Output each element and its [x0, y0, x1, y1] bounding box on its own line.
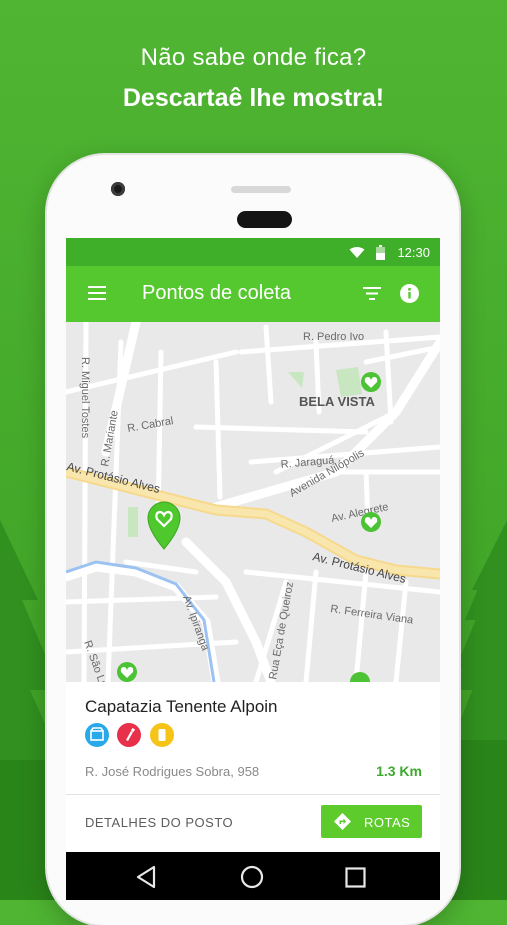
- collection-point-marker[interactable]: [361, 372, 381, 392]
- place-details-card: Capatazia Tenente Alpoin R. José Rodrigu…: [66, 682, 440, 852]
- home-icon[interactable]: [240, 865, 264, 889]
- headline-tagline: Descartaê lhe mostra!: [122, 84, 385, 112]
- place-name: Capatazia Tenente Alpoin: [85, 697, 278, 716]
- divider: [66, 794, 440, 795]
- collection-point-marker[interactable]: [117, 662, 137, 682]
- headline-question: Não sabe onde fica?: [140, 44, 367, 71]
- menu-icon[interactable]: [88, 286, 106, 300]
- back-icon[interactable]: [135, 865, 157, 889]
- collection-point-marker[interactable]: [361, 512, 381, 532]
- map-label-pedro-ivo: R. Pedro Ivo: [303, 331, 364, 343]
- page-title: Pontos de coleta: [142, 282, 291, 304]
- directions-icon: [334, 813, 351, 830]
- battery-icon: [376, 245, 385, 260]
- routes-label: ROTAS: [364, 815, 411, 830]
- phone-screen: 12:30 Pontos de coleta R. Pedro Ivo BELA…: [66, 238, 440, 900]
- info-icon[interactable]: [400, 284, 419, 303]
- details-button[interactable]: DETALHES DO POSTO: [85, 815, 233, 830]
- map-view[interactable]: R. Pedro Ivo BELA VISTA R. Miguel Tostes…: [66, 317, 440, 698]
- status-time: 12:30: [397, 245, 430, 260]
- place-distance: 1.3 Km: [376, 763, 422, 779]
- box-icon: [85, 723, 109, 747]
- map-canvas: R. Pedro Ivo BELA VISTA R. Miguel Tostes…: [66, 317, 440, 698]
- recents-icon[interactable]: [345, 867, 366, 888]
- status-bar: 12:30: [66, 238, 440, 266]
- wifi-icon: [349, 247, 365, 258]
- map-label-miguel-tostes: R. Miguel Tostes: [79, 357, 91, 439]
- app-bar: Pontos de coleta: [66, 266, 440, 322]
- phone-sensor: [231, 186, 291, 193]
- phone-camera: [111, 182, 125, 196]
- filter-icon[interactable]: [363, 287, 381, 300]
- bottle-icon: [117, 723, 141, 747]
- phone-speaker: [237, 211, 292, 228]
- can-icon: [150, 723, 174, 747]
- place-address: R. José Rodrigues Sobra, 958: [85, 764, 260, 779]
- map-label-bela-vista: BELA VISTA: [299, 394, 375, 409]
- navigation-bar: [66, 852, 440, 900]
- routes-button[interactable]: ROTAS: [321, 805, 422, 838]
